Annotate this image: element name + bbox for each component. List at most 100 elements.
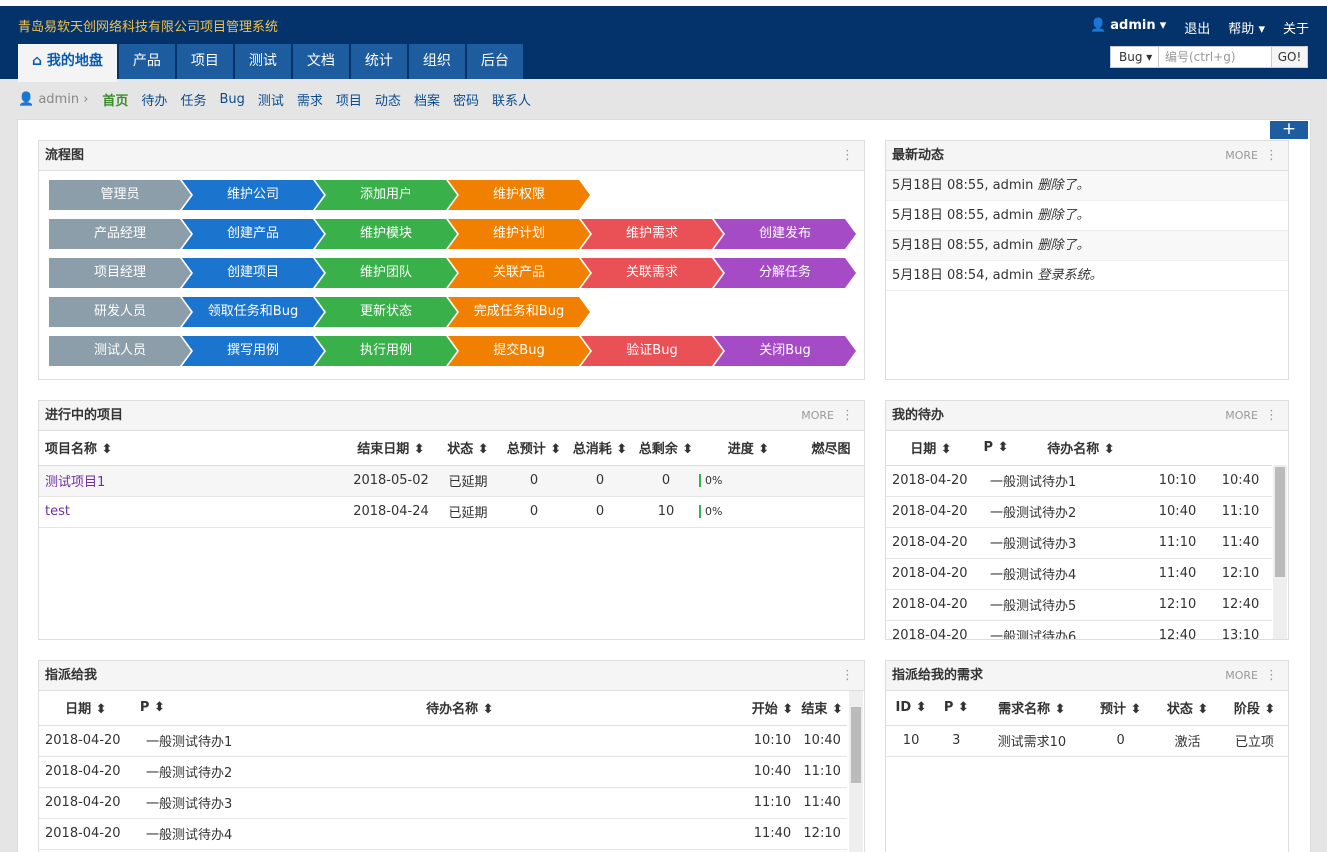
project-link[interactable]: test — [45, 504, 70, 519]
panel-menu-icon[interactable]: ⋮ — [841, 661, 854, 691]
tab-my[interactable]: ⌂ 我的地盘 — [18, 44, 117, 82]
activity-item[interactable]: 5月18日 08:54, admin 登录系统。 — [886, 261, 1288, 291]
flow-step[interactable]: 验证Bug — [581, 336, 723, 366]
flow-step[interactable]: 提交Bug — [448, 336, 590, 366]
tab-report[interactable]: 统计 — [350, 44, 407, 79]
tab-company[interactable]: 组织 — [408, 44, 465, 79]
flow-step[interactable]: 测试人员 — [49, 336, 191, 366]
column-header[interactable]: 日期 ⬍ — [39, 691, 133, 726]
todo-more-link[interactable]: MORE — [1225, 401, 1258, 431]
column-header[interactable]: 进度 ⬍ — [699, 431, 798, 466]
table-row[interactable]: 2018-04-20 一般 测试待办5 12:10 12:40 — [886, 589, 1272, 621]
panel-menu-icon[interactable]: ⋮ — [1265, 141, 1278, 171]
about-link[interactable]: 关于 — [1283, 18, 1309, 37]
table-row[interactable]: 2018-04-20 一般 测试待办1 10:10 10:40 — [39, 725, 847, 757]
activity-item[interactable]: 5月18日 08:55, admin 删除了。 — [886, 201, 1288, 231]
subnav-story[interactable]: 需求 — [297, 90, 323, 109]
column-header[interactable]: 开始 ⬍ — [747, 691, 798, 726]
table-row[interactable]: 2018-04-20 一般 测试待办6 12:40 13:10 — [886, 620, 1272, 639]
column-header[interactable]: 项目名称 ⬍ — [39, 431, 347, 466]
flow-step[interactable]: 撰写用例 — [182, 336, 324, 366]
assigned-scroll-thumb[interactable] — [851, 707, 861, 783]
flow-step[interactable]: 管理员 — [49, 180, 191, 210]
help-menu[interactable]: 帮助 ▾ — [1228, 18, 1265, 37]
flow-step[interactable]: 添加用户 — [315, 180, 457, 210]
subnav-contacts[interactable]: 联系人 — [492, 90, 531, 109]
subnav-profile[interactable]: 档案 — [414, 90, 440, 109]
column-header[interactable]: 总预计 ⬍ — [501, 431, 567, 466]
panel-menu-icon[interactable]: ⋮ — [1265, 661, 1278, 691]
flow-step[interactable]: 维护计划 — [448, 219, 590, 249]
add-block-button[interactable]: + — [1270, 121, 1308, 139]
panel-menu-icon[interactable]: ⋮ — [841, 401, 854, 431]
column-header[interactable]: 总消耗 ⬍ — [567, 431, 633, 466]
panel-menu-icon[interactable]: ⋮ — [841, 141, 854, 171]
subnav-task[interactable]: 任务 — [180, 90, 206, 109]
column-header[interactable]: 燃尽图 — [798, 431, 864, 466]
activity-more-link[interactable]: MORE — [1225, 141, 1258, 171]
column-header[interactable]: 结束日期 ⬍ — [347, 431, 435, 466]
table-cell[interactable]: 测试项目1 — [39, 465, 347, 497]
column-header[interactable]: ID ⬍ — [886, 691, 937, 726]
table-row[interactable]: 10 3 测试需求10 0 激活 已立项 — [886, 725, 1288, 757]
flow-step[interactable]: 分解任务 — [714, 258, 856, 288]
tab-product[interactable]: 产品 — [118, 44, 175, 79]
column-header[interactable]: P ⬍ — [976, 431, 1016, 466]
column-header[interactable]: 状态 ⬍ — [1154, 691, 1222, 726]
tab-doc[interactable]: 文档 — [292, 44, 349, 79]
column-header[interactable]: 待办名称 ⬍ — [172, 691, 748, 726]
flow-step[interactable]: 关联需求 — [581, 258, 723, 288]
flow-step[interactable]: 执行用例 — [315, 336, 457, 366]
column-header[interactable]: 状态 ⬍ — [435, 431, 501, 466]
project-link[interactable]: 测试项目1 — [45, 475, 105, 490]
flow-step[interactable]: 更新状态 — [315, 297, 457, 327]
table-row[interactable]: 2018-04-20 一般 测试待办2 10:40 11:10 — [886, 496, 1272, 528]
flow-step[interactable]: 产品经理 — [49, 219, 191, 249]
flow-step[interactable]: 维护公司 — [182, 180, 324, 210]
flow-step[interactable]: 创建发布 — [714, 219, 856, 249]
projects-more-link[interactable]: MORE — [801, 401, 834, 431]
table-row[interactable]: 2018-04-20 一般 测试待办1 10:10 10:40 — [886, 465, 1272, 497]
flow-step[interactable]: 创建产品 — [182, 219, 324, 249]
flow-step[interactable]: 项目经理 — [49, 258, 191, 288]
flow-step[interactable]: 维护需求 — [581, 219, 723, 249]
flow-step[interactable]: 维护模块 — [315, 219, 457, 249]
flow-step[interactable]: 完成任务和Bug — [448, 297, 590, 327]
column-header[interactable]: 需求名称 ⬍ — [976, 691, 1088, 726]
flow-step[interactable]: 关闭Bug — [714, 336, 856, 366]
table-cell[interactable]: test — [39, 496, 347, 528]
column-header[interactable]: 日期 ⬍ — [886, 431, 976, 466]
subnav-dynamic[interactable]: 动态 — [375, 90, 401, 109]
table-row[interactable]: 2018-04-20 一般 测试待办3 11:10 11:40 — [886, 527, 1272, 559]
table-row[interactable]: 2018-04-20 一般 测试待办4 11:40 12:10 — [39, 818, 847, 850]
subnav-todo[interactable]: 待办 — [141, 90, 167, 109]
column-header[interactable]: 结束 ⬍ — [797, 691, 847, 726]
flow-step[interactable]: 创建项目 — [182, 258, 324, 288]
column-header[interactable]: P ⬍ — [132, 691, 173, 726]
flow-step[interactable]: 领取任务和Bug — [182, 297, 324, 327]
todo-scroll-thumb[interactable] — [1275, 467, 1285, 577]
subnav-test[interactable]: 测试 — [258, 90, 284, 109]
column-header[interactable]: 阶段 ⬍ — [1221, 691, 1288, 726]
subnav-project[interactable]: 项目 — [336, 90, 362, 109]
tab-test[interactable]: 测试 — [234, 44, 291, 79]
column-header[interactable]: 总剩余 ⬍ — [633, 431, 699, 466]
flow-step[interactable]: 维护团队 — [315, 258, 457, 288]
panel-menu-icon[interactable]: ⋮ — [1265, 401, 1278, 431]
search-input[interactable]: 编号(ctrl+g) — [1159, 47, 1271, 67]
tab-admin[interactable]: 后台 — [466, 44, 523, 79]
user-menu[interactable]: 👤 admin ▾ — [1090, 18, 1166, 37]
subnav-password[interactable]: 密码 — [453, 90, 479, 109]
subnav-home[interactable]: 首页 — [102, 90, 128, 109]
go-button[interactable]: GO! — [1271, 47, 1307, 67]
column-header[interactable]: 待办名称 ⬍ — [1016, 431, 1146, 466]
tab-project[interactable]: 项目 — [176, 44, 233, 79]
search-type-select[interactable]: Bug ▾ — [1111, 47, 1159, 67]
column-header[interactable]: 预计 ⬍ — [1087, 691, 1155, 726]
exit-link[interactable]: 退出 — [1184, 18, 1210, 37]
table-row[interactable]: 2018-04-20 一般 测试待办4 11:40 12:10 — [886, 558, 1272, 590]
flow-step[interactable]: 研发人员 — [49, 297, 191, 327]
table-row[interactable]: 2018-04-20 一般 测试待办2 10:40 11:10 — [39, 756, 847, 788]
flow-step[interactable]: 维护权限 — [448, 180, 590, 210]
stories-more-link[interactable]: MORE — [1225, 661, 1258, 691]
